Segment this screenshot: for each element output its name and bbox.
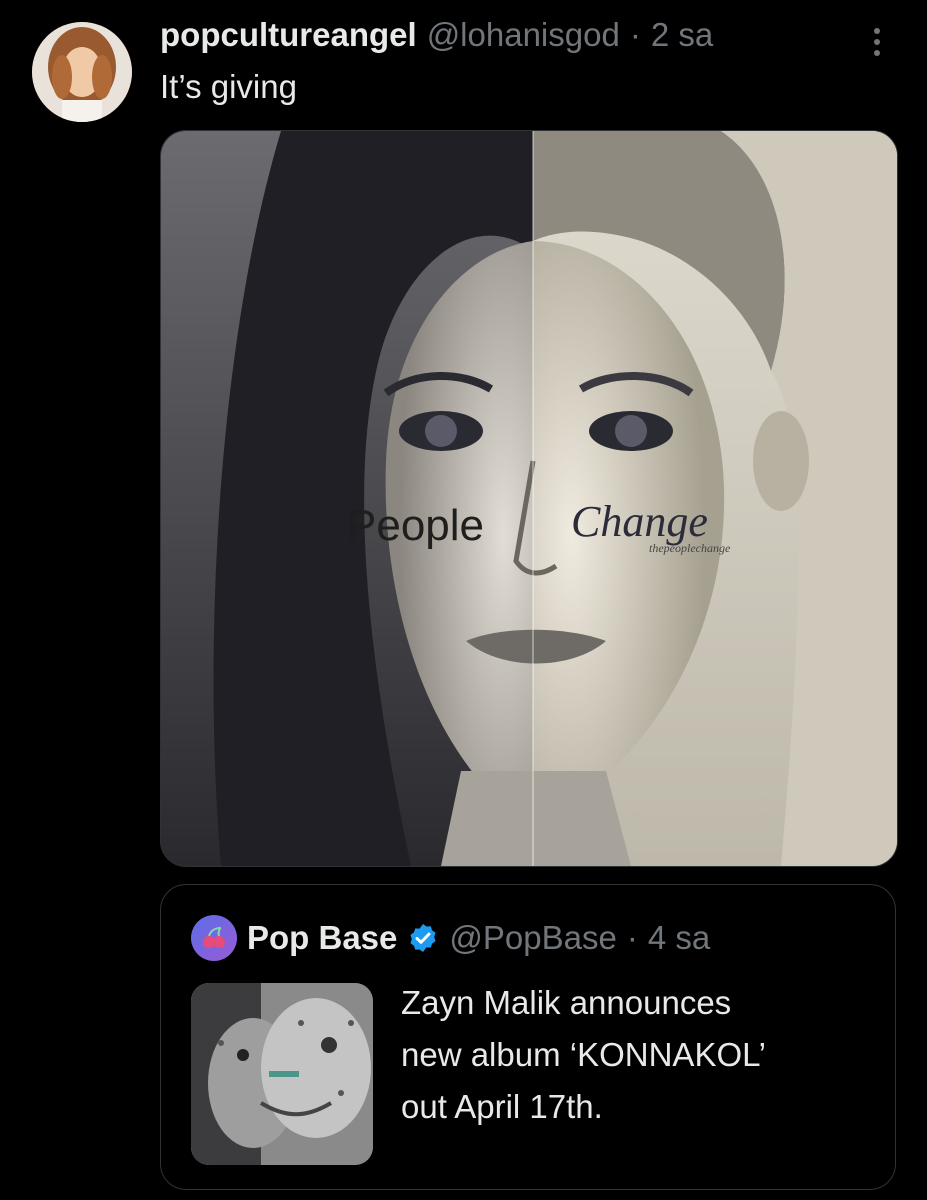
quoted-tweet-header: Pop Base @PopBase · 4 sa xyxy=(191,915,710,961)
quoted-tweet-text: Zayn Malik announces new album ‘KONNAKOL… xyxy=(401,977,871,1133)
media-caption-change: Change xyxy=(571,497,708,546)
split-face-image xyxy=(161,131,897,866)
tweet-timestamp[interactable]: 2 sa xyxy=(651,16,713,54)
author-name[interactable]: popcultureangel xyxy=(160,16,417,54)
author-handle[interactable]: @lohanisgod xyxy=(427,16,620,54)
quoted-tweet-card[interactable]: Pop Base @PopBase · 4 sa Zayn Malik anno… xyxy=(160,884,896,1190)
more-options-icon[interactable] xyxy=(860,22,894,62)
cherry-logo-icon xyxy=(203,927,225,948)
author-avatar[interactable] xyxy=(32,22,132,122)
tweet-media-image[interactable]: People Change thepeoplechange xyxy=(160,130,898,867)
quoted-tweet-line: Zayn Malik announces xyxy=(401,984,732,1021)
avatar-photo xyxy=(32,22,132,122)
quoted-tweet-line: new album ‘KONNAKOL’ xyxy=(401,1036,766,1073)
media-watermark: thepeoplechange xyxy=(649,541,731,555)
header-separator: · xyxy=(629,16,641,53)
quoted-tweet-timestamp[interactable]: 4 sa xyxy=(648,919,710,957)
quoted-author-avatar[interactable] xyxy=(191,915,237,961)
quoted-author-handle[interactable]: @PopBase xyxy=(449,919,616,957)
quoted-tweet-line: out April 17th. xyxy=(401,1088,603,1125)
verified-badge-icon xyxy=(410,924,436,952)
quoted-header-separator: · xyxy=(626,919,638,956)
quoted-author-name[interactable]: Pop Base xyxy=(247,919,397,957)
quoted-tweet-thumbnail[interactable] xyxy=(191,983,373,1165)
tweet-text: It’s giving xyxy=(160,68,297,105)
album-cover-image xyxy=(191,983,373,1165)
tweet-header: popcultureangel @lohanisgod · 2 sa xyxy=(160,16,713,62)
media-caption-people: People xyxy=(347,501,485,550)
